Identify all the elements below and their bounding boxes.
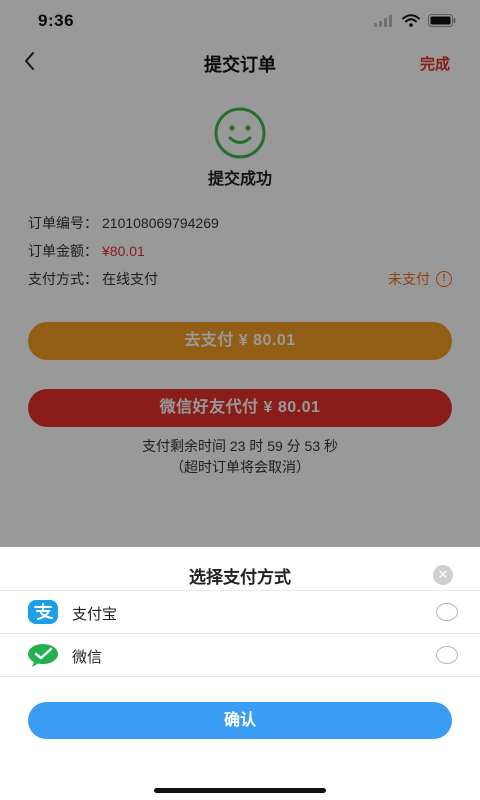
close-icon[interactable]: ✕ xyxy=(433,565,453,585)
alipay-icon xyxy=(28,600,58,624)
option-label-alipay: 支付宝 xyxy=(72,606,118,623)
payment-method-sheet: 选择支付方式 ✕ 支付宝 微信 xyxy=(0,547,480,800)
confirm-button[interactable]: 确认 xyxy=(28,702,452,739)
payment-option-wechat[interactable]: 微信 xyxy=(0,634,480,676)
radio-wechat[interactable] xyxy=(436,646,458,664)
wechat-icon xyxy=(28,644,58,667)
home-indicator xyxy=(154,788,326,793)
divider xyxy=(0,676,480,677)
sheet-title: 选择支付方式 xyxy=(189,568,291,587)
order-submit-page: 9:36 提交订单 完成 提交成功 订单编号： 210108069794269 … xyxy=(0,0,480,800)
option-label-wechat: 微信 xyxy=(72,649,103,666)
radio-alipay[interactable] xyxy=(436,603,458,621)
payment-option-alipay[interactable]: 支付宝 xyxy=(0,591,480,633)
